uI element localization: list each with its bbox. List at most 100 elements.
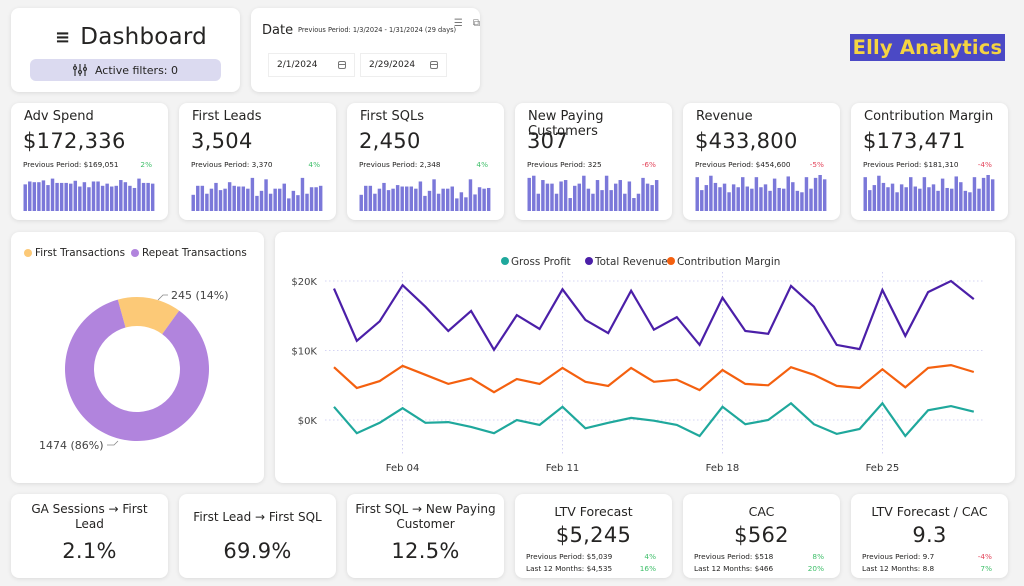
sparkline-bar[interactable] xyxy=(909,177,913,211)
sparkline-bar[interactable] xyxy=(559,181,563,211)
sparkline-bar[interactable] xyxy=(809,188,813,211)
sparkline-bar[interactable] xyxy=(918,188,922,211)
sparkline-bar[interactable] xyxy=(945,187,949,211)
sparkline-bar[interactable] xyxy=(477,187,482,211)
sparkline-bar[interactable] xyxy=(100,185,105,211)
sparkline-bar[interactable] xyxy=(731,184,736,211)
sparkline-bar[interactable] xyxy=(400,186,404,211)
sparkline-bar[interactable] xyxy=(804,177,809,211)
sparkline-bar[interactable] xyxy=(232,185,236,211)
sparkline-bar[interactable] xyxy=(822,179,827,211)
sparkline-bar[interactable] xyxy=(237,186,241,211)
sparkline-bar[interactable] xyxy=(654,180,659,211)
sparkline-bar[interactable] xyxy=(718,187,722,211)
sparkline-bar[interactable] xyxy=(931,184,936,211)
sparkline-bar[interactable] xyxy=(627,181,632,211)
sparkline-bar[interactable] xyxy=(473,194,477,211)
sparkline-bar[interactable] xyxy=(250,177,255,211)
sparkline-bar[interactable] xyxy=(78,186,82,211)
sparkline-bar[interactable] xyxy=(459,192,464,211)
sparkline-bar[interactable] xyxy=(246,188,250,211)
sparkline-bar[interactable] xyxy=(209,188,214,211)
sparkline-bar[interactable] xyxy=(432,179,436,211)
sparkline-bar[interactable] xyxy=(364,185,368,211)
sparkline-bar[interactable] xyxy=(423,195,427,211)
sparkline-bar[interactable] xyxy=(618,180,622,211)
sparkline-bar[interactable] xyxy=(395,185,400,211)
sparkline-bar[interactable] xyxy=(899,184,904,211)
sparkline-bar[interactable] xyxy=(191,194,195,211)
sparkline-bar[interactable] xyxy=(709,175,713,211)
sparkline-bar[interactable] xyxy=(704,185,709,211)
sparkline-bar[interactable] xyxy=(532,175,536,211)
sparkline-bar[interactable] xyxy=(305,193,309,211)
sparkline-bar[interactable] xyxy=(759,187,763,211)
sparkline-bar[interactable] xyxy=(200,185,205,211)
sparkline-bar[interactable] xyxy=(595,180,600,211)
sparkline-bar[interactable] xyxy=(291,190,296,211)
sparkline-bar[interactable] xyxy=(382,182,386,211)
sparkline-bar[interactable] xyxy=(795,190,800,211)
sparkline-bar[interactable] xyxy=(468,179,473,211)
sparkline-bar[interactable] xyxy=(813,177,818,211)
sparkline-bar[interactable] xyxy=(990,179,995,211)
sparkline-bar[interactable] xyxy=(949,188,954,211)
sparkline-bar[interactable] xyxy=(890,183,895,211)
sparkline-bar[interactable] xyxy=(977,188,981,211)
sparkline-bar[interactable] xyxy=(391,188,395,211)
active-filters-button[interactable]: Active filters: 0 xyxy=(30,59,221,81)
sparkline-bar[interactable] xyxy=(405,186,409,211)
sparkline-bar[interactable] xyxy=(455,198,459,211)
sparkline-bar[interactable] xyxy=(141,182,146,211)
sparkline-bar[interactable] xyxy=(573,185,577,211)
sparkline-bar[interactable] xyxy=(741,177,745,211)
sparkline-bar[interactable] xyxy=(373,193,377,211)
sparkline-bar[interactable] xyxy=(922,177,927,211)
sparkline-bar[interactable] xyxy=(96,181,100,211)
sparkline-bar[interactable] xyxy=(445,188,450,211)
sparkline-bar[interactable] xyxy=(591,193,595,211)
sparkline-bar[interactable] xyxy=(959,182,963,211)
sparkline-bar[interactable] xyxy=(318,185,323,211)
sparkline-bar[interactable] xyxy=(28,181,32,211)
filter-lines-icon[interactable]: ☰ xyxy=(454,18,463,29)
total-revenue-line[interactable] xyxy=(332,279,975,352)
sparkline-bar[interactable] xyxy=(450,186,454,211)
sparkline-bar[interactable] xyxy=(913,186,918,211)
sparkline-bar[interactable] xyxy=(368,185,373,211)
sparkline-bar[interactable] xyxy=(722,183,727,211)
sparkline-bar[interactable] xyxy=(772,178,777,211)
sparkline-bar[interactable] xyxy=(409,186,414,211)
sparkline-bar[interactable] xyxy=(613,183,618,211)
sparkline-bar[interactable] xyxy=(205,193,209,211)
sparkline-bar[interactable] xyxy=(881,182,886,211)
sparkline-bar[interactable] xyxy=(886,187,890,211)
sparkline-bar[interactable] xyxy=(700,190,704,211)
sparkline-bar[interactable] xyxy=(91,181,96,211)
sparkline-bar[interactable] xyxy=(464,197,468,211)
sparkline-bar[interactable] xyxy=(146,182,150,211)
sparkline-bar[interactable] xyxy=(227,182,232,211)
sparkline-bar[interactable] xyxy=(609,190,613,211)
focus-mode-icon[interactable]: ⧉ xyxy=(473,18,480,29)
sparkline-bar[interactable] xyxy=(800,192,804,211)
contribution-margin-line[interactable] xyxy=(333,363,975,394)
legend-label[interactable]: Contribution Margin xyxy=(677,256,780,268)
sparkline-bar[interactable] xyxy=(73,180,78,211)
sparkline-bar[interactable] xyxy=(87,187,91,211)
sparkline-bar[interactable] xyxy=(359,194,363,211)
sparkline-bar[interactable] xyxy=(600,190,604,211)
sparkline-bar[interactable] xyxy=(927,187,931,211)
sparkline-bar[interactable] xyxy=(641,177,645,211)
sparkline-bar[interactable] xyxy=(255,195,259,211)
sparkline-bar[interactable] xyxy=(550,183,554,211)
sparkline-bar[interactable] xyxy=(750,188,754,211)
sparkline-bar[interactable] xyxy=(296,195,300,211)
sparkline-bar[interactable] xyxy=(577,183,582,211)
sparkline-bar[interactable] xyxy=(377,188,382,211)
calendar-icon[interactable] xyxy=(430,61,438,69)
sparkline-bar[interactable] xyxy=(282,183,286,211)
sparkline-bar[interactable] xyxy=(218,190,223,211)
sparkline-bar[interactable] xyxy=(545,183,550,211)
sparkline-bar[interactable] xyxy=(895,192,899,211)
